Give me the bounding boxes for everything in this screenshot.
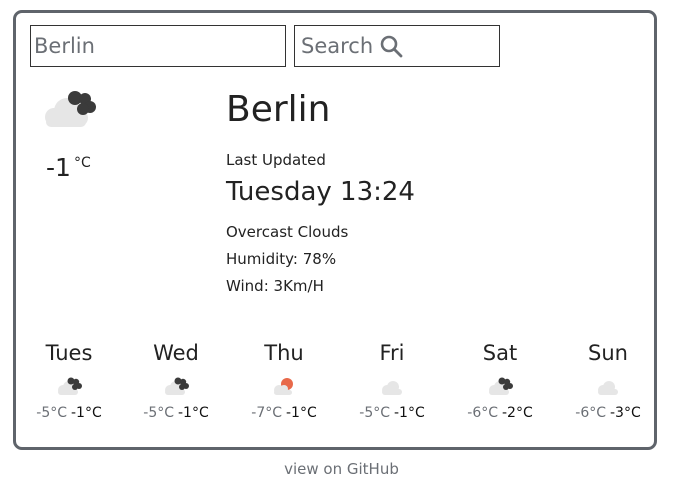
last-updated-time: Tuesday 13:24: [226, 177, 415, 207]
last-updated-label: Last Updated: [226, 151, 326, 169]
search-button[interactable]: Search: [294, 25, 500, 67]
few-clouds-sun-icon: [274, 378, 293, 395]
forecast-max: -2°C: [502, 405, 533, 421]
broken-clouds-icon: [489, 377, 513, 395]
cloud-icon: [598, 381, 618, 395]
forecast-day-name: Fri: [379, 341, 405, 365]
forecast-day: Fri -5°C -1°C: [342, 339, 442, 421]
temperature-value: -1: [46, 153, 71, 182]
forecast-day: Thu -7°C -1°C: [234, 339, 334, 421]
weather-description: Overcast Clouds: [226, 223, 349, 241]
forecast-day-name: Tues: [45, 341, 93, 365]
forecast-max: -1°C: [394, 405, 425, 421]
forecast-temps: -6°C -2°C: [450, 405, 550, 421]
forecast-temps: -5°C -1°C: [342, 405, 442, 421]
forecast-day: Sun -6°C -3°C: [558, 339, 658, 421]
forecast-min: -5°C: [143, 405, 174, 421]
temperature-unit: °C: [73, 155, 91, 171]
humidity-text: Humidity: 78%: [226, 250, 337, 268]
broken-clouds-icon: [45, 91, 96, 127]
forecast-day-name: Sun: [588, 341, 628, 365]
github-link[interactable]: view on GitHub: [0, 460, 683, 478]
broken-clouds-icon: [165, 377, 189, 395]
city-name: Berlin: [226, 89, 331, 130]
forecast-day-name: Sat: [482, 341, 518, 365]
forecast-max: -3°C: [610, 405, 641, 421]
search-button-label: Search: [301, 34, 374, 58]
forecast-min: -7°C: [251, 405, 282, 421]
weather-card: Search -1°C Berlin Last Updated Tuesday …: [13, 10, 657, 450]
forecast-min: -5°C: [36, 405, 67, 421]
current-temperature: -1 °C: [46, 153, 91, 182]
forecast-temps: -5°C -1°C: [19, 405, 119, 421]
forecast-row: Tues -5°C -1°C Wed -5°C -1°C Thu -7°C -1°C: [16, 339, 654, 439]
forecast-max: -1°C: [71, 405, 102, 421]
forecast-temps: -7°C -1°C: [234, 405, 334, 421]
search-icon: [380, 35, 403, 58]
forecast-min: -6°C: [467, 405, 498, 421]
broken-clouds-icon: [58, 377, 82, 395]
forecast-min: -6°C: [575, 405, 606, 421]
forecast-day: Tues -5°C -1°C: [19, 339, 119, 421]
forecast-day: Wed -5°C -1°C: [126, 339, 226, 421]
cloud-icon: [382, 381, 402, 395]
forecast-day-name: Thu: [264, 341, 304, 365]
forecast-day: Sat -6°C -2°C: [450, 339, 550, 421]
forecast-temps: -5°C -1°C: [126, 405, 226, 421]
search-input[interactable]: [30, 25, 286, 67]
forecast-day-name: Wed: [153, 341, 199, 365]
wind-text: Wind: 3Km/H: [226, 277, 324, 295]
forecast-max: -1°C: [178, 405, 209, 421]
forecast-temps: -6°C -3°C: [558, 405, 658, 421]
forecast-max: -1°C: [286, 405, 317, 421]
forecast-min: -5°C: [359, 405, 390, 421]
